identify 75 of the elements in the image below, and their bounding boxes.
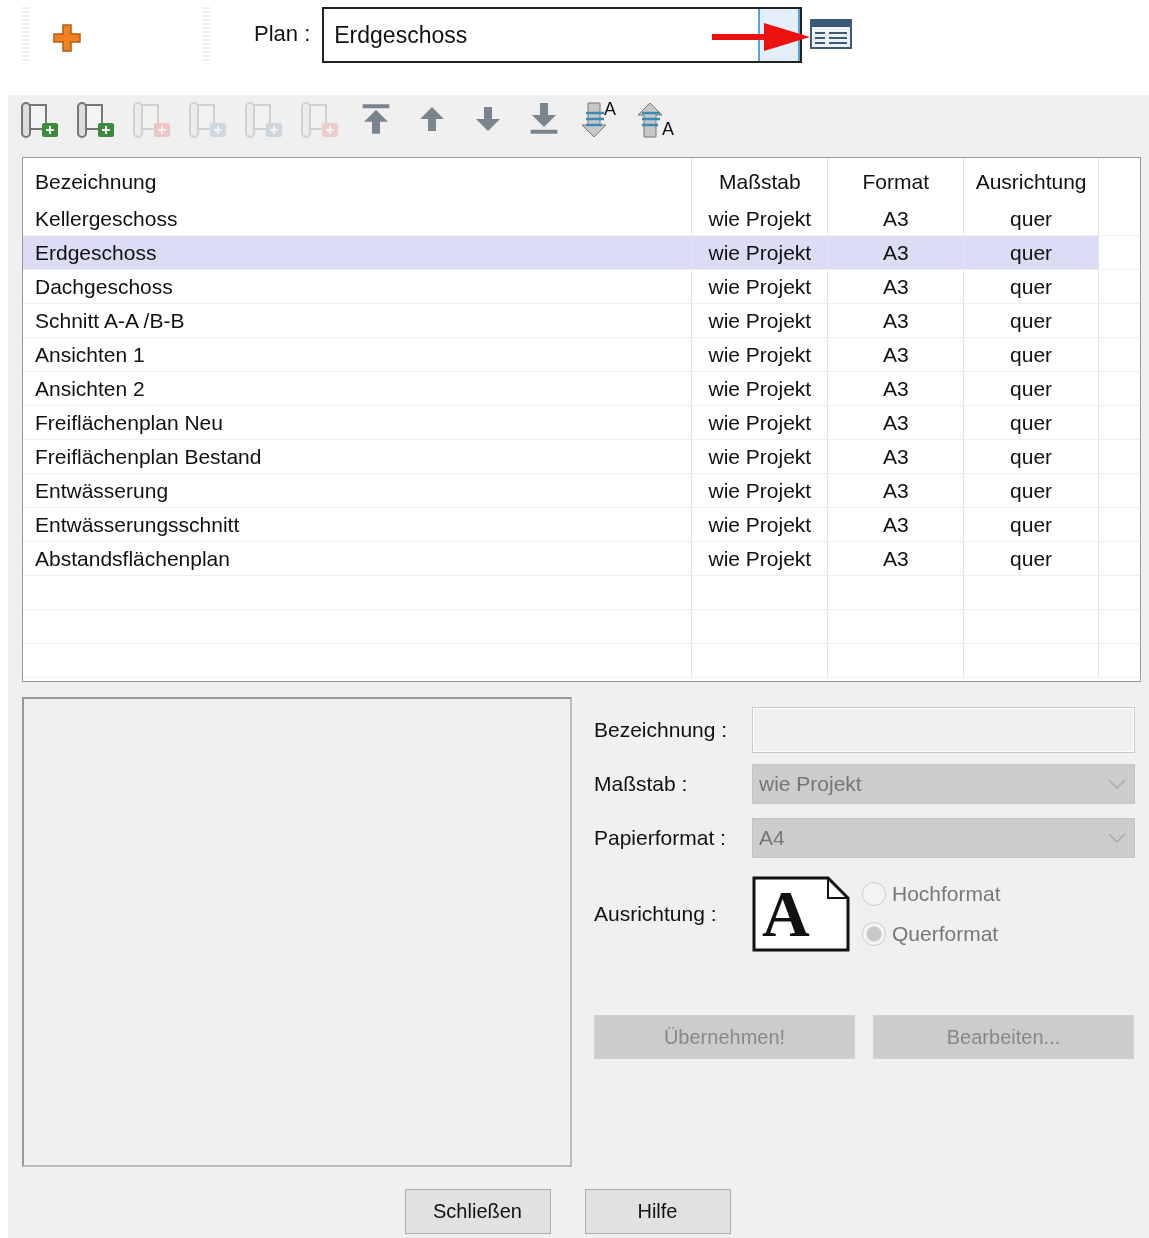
table-cell: wie Projekt — [692, 236, 829, 269]
table-cell: wie Projekt — [692, 202, 829, 235]
table-cell: Entwässerung — [23, 474, 693, 507]
table-cell: quer — [964, 338, 1100, 371]
table-cell: A3 — [828, 440, 965, 473]
table-row[interactable]: Freiflächenplan Neu wie Projekt A3 quer — [23, 406, 1140, 440]
table-cell: A3 — [828, 236, 965, 269]
table-cell: quer — [964, 440, 1100, 473]
table-cell: wie Projekt — [692, 440, 829, 473]
table-cell: Schnitt A-A /B-B — [23, 304, 693, 337]
table-cell: A3 — [828, 542, 965, 575]
table-cell: Kellergeschoss — [23, 202, 693, 235]
radio-button[interactable] — [862, 922, 886, 946]
table-cell: Freiflächenplan Bestand — [23, 440, 693, 473]
chevron-down-icon — [1108, 833, 1126, 843]
column-header[interactable]: Ausrichtung — [964, 158, 1100, 202]
table-cell: wie Projekt — [692, 508, 829, 541]
table-cell: Ansichten 1 — [23, 338, 693, 371]
table-cell: Dachgeschoss — [23, 270, 693, 303]
table-cell: quer — [964, 304, 1100, 337]
radio-label: Hochformat — [892, 882, 1001, 906]
name-field[interactable] — [752, 707, 1135, 753]
table-row[interactable]: Ansichten 2 wie Projekt A3 quer — [23, 372, 1140, 406]
table-cell: wie Projekt — [692, 372, 829, 405]
table-cell: A3 — [828, 474, 965, 507]
scale-label: Maßstab : — [594, 772, 689, 796]
table-cell: Freiflächenplan Neu — [23, 406, 693, 439]
table-cell: wie Projekt — [692, 542, 829, 575]
footer-button[interactable]: Hilfe — [584, 1189, 731, 1234]
table-cell: quer — [964, 474, 1100, 507]
table-row[interactable]: Schnitt A-A /B-B wie Projekt A3 quer — [23, 304, 1140, 338]
table-cell: A3 — [828, 372, 965, 405]
table-cell: wie Projekt — [692, 338, 829, 371]
page-orientation-icon: A — [752, 876, 850, 952]
table-row[interactable]: Freiflächenplan Bestand wie Projekt A3 quer — [23, 440, 1140, 474]
column-header[interactable]: Maßstab — [692, 158, 829, 202]
table-row[interactable]: Entwässerung wie Projekt A3 quer — [23, 474, 1140, 508]
column-header[interactable]: Bezeichnung — [23, 158, 693, 202]
table-cell: quer — [964, 508, 1100, 541]
list-view-icon[interactable] — [810, 19, 853, 49]
plan-field[interactable]: Erdgeschoss — [322, 7, 803, 63]
table-cell: wie Projekt — [692, 406, 829, 439]
table-cell: A3 — [828, 270, 965, 303]
table-cell: wie Projekt — [692, 474, 829, 507]
table-cell: A3 — [828, 406, 965, 439]
table-cell: quer — [964, 542, 1100, 575]
table-cell: wie Projekt — [692, 304, 829, 337]
paper-label: Papierformat : — [594, 826, 727, 850]
name-label: Bezeichnung : — [594, 718, 729, 742]
table-cell: Erdgeschoss — [23, 236, 693, 269]
radio-button[interactable] — [862, 882, 886, 906]
table-cell: Entwässerungsschnitt — [23, 508, 693, 541]
footer-button[interactable]: Schließen — [404, 1189, 551, 1234]
table-cell: A3 — [828, 338, 965, 371]
table-cell: wie Projekt — [692, 270, 829, 303]
plus-icon[interactable] — [52, 23, 82, 53]
table-cell: quer — [964, 202, 1100, 235]
table-cell: A3 — [828, 304, 965, 337]
table-row[interactable]: Abstandsflächenplan wie Projekt A3 quer — [23, 542, 1140, 576]
plan-label: Plan : — [254, 21, 311, 47]
table-cell: quer — [964, 270, 1100, 303]
table-row[interactable]: Ansichten 1 wie Projekt A3 quer — [23, 338, 1140, 372]
table-cell: Abstandsflächenplan — [23, 542, 693, 575]
column-header[interactable]: Format — [828, 158, 965, 202]
table-row[interactable]: Dachgeschoss wie Projekt A3 quer — [23, 270, 1140, 304]
table-row[interactable]: Erdgeschoss wie Projekt A3 quer — [23, 236, 1140, 270]
table-row[interactable]: Entwässerungsschnitt wie Projekt A3 quer — [23, 508, 1140, 542]
table-cell: quer — [964, 372, 1100, 405]
orientation-label: Ausrichtung : — [594, 902, 718, 926]
table-cell: Ansichten 2 — [23, 372, 693, 405]
table-cell: A3 — [828, 508, 965, 541]
table-cell: A3 — [828, 202, 965, 235]
table-cell: quer — [964, 406, 1100, 439]
chevron-down-icon — [1108, 779, 1126, 789]
radio-label: Querformat — [892, 922, 999, 946]
